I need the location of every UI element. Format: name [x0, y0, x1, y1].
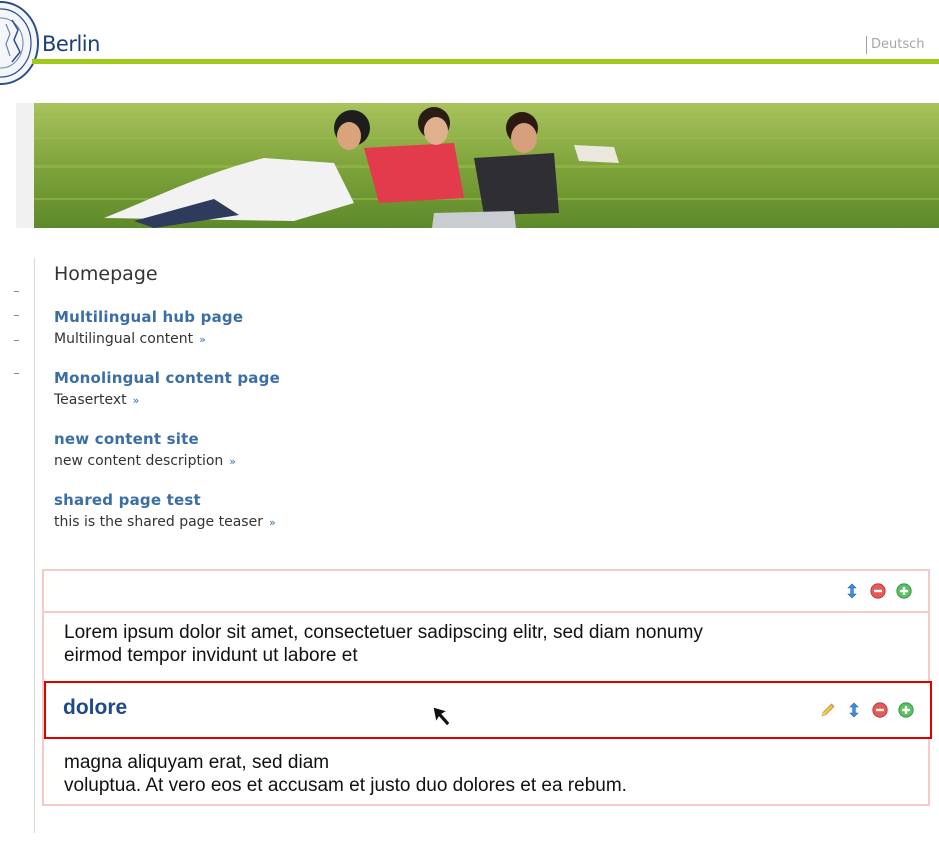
teaser-title-link[interactable]: shared page test	[54, 491, 276, 509]
teaser-text: Multilingual content »	[54, 331, 243, 348]
teaser-text: new content description »	[54, 453, 236, 470]
more-arrow-icon[interactable]: »	[269, 516, 276, 529]
block-toolbar	[44, 571, 928, 613]
brand-name[interactable]: Berlin	[42, 32, 100, 56]
teaser-description: new content description	[54, 453, 224, 469]
teaser-item: shared page test this is the shared page…	[54, 491, 276, 531]
teaser-title-link[interactable]: new content site	[54, 430, 236, 448]
banner-photo	[34, 103, 939, 228]
remove-icon[interactable]	[872, 702, 888, 718]
language-switch-link[interactable]: Deutsch	[866, 36, 925, 54]
teaser-description: Teasertext	[54, 392, 127, 408]
teaser-title-link[interactable]: Monolingual content page	[54, 369, 280, 387]
more-arrow-icon[interactable]: »	[199, 333, 206, 346]
paragraph-line: Lorem ipsum dolor sit amet, consectetuer…	[64, 622, 703, 643]
heading-text[interactable]: dolore	[63, 696, 127, 720]
teaser-item: new content site new content description…	[54, 430, 236, 470]
nav-marker[interactable]	[14, 373, 19, 374]
block-actions	[844, 583, 912, 599]
mouse-cursor-icon	[432, 706, 451, 727]
add-icon[interactable]	[896, 583, 912, 599]
paragraph-1[interactable]: Lorem ipsum dolor sit amet, consectetuer…	[64, 621, 703, 667]
move-icon[interactable]	[844, 583, 860, 599]
paragraph-line: voluptua. At vero eos et accusam et just…	[64, 775, 627, 796]
page-title: Homepage	[54, 263, 158, 285]
paragraph-line: eirmod tempor invidunt ut labore et	[64, 645, 358, 666]
teaser-item: Monolingual content page Teasertext »	[54, 369, 280, 409]
teaser-description: Multilingual content	[54, 331, 194, 347]
paragraph-line: magna aliquyam erat, sed diam	[64, 752, 330, 773]
heading-actions	[820, 702, 914, 718]
university-seal-logo[interactable]	[0, 0, 40, 86]
selected-heading-block[interactable]: dolore	[44, 681, 932, 739]
nav-marker[interactable]	[14, 340, 19, 341]
paragraph-2[interactable]: magna aliquyam erat, sed diam voluptua. …	[64, 751, 627, 797]
move-icon[interactable]	[846, 702, 862, 718]
teaser-title-link[interactable]: Multilingual hub page	[54, 308, 243, 326]
more-arrow-icon[interactable]: »	[229, 455, 236, 468]
pencil-icon[interactable]	[820, 702, 836, 718]
teaser-text: this is the shared page teaser »	[54, 514, 276, 531]
teaser-description: this is the shared page teaser	[54, 514, 263, 530]
teaser-item: Multilingual hub page Multilingual conte…	[54, 308, 243, 348]
header-divider	[32, 59, 939, 64]
content-left-border	[34, 258, 35, 833]
more-arrow-icon[interactable]: »	[133, 394, 140, 407]
remove-icon[interactable]	[870, 583, 886, 599]
add-icon[interactable]	[898, 702, 914, 718]
nav-marker[interactable]	[14, 291, 19, 292]
teaser-text: Teasertext »	[54, 392, 280, 409]
nav-marker[interactable]	[14, 315, 19, 316]
